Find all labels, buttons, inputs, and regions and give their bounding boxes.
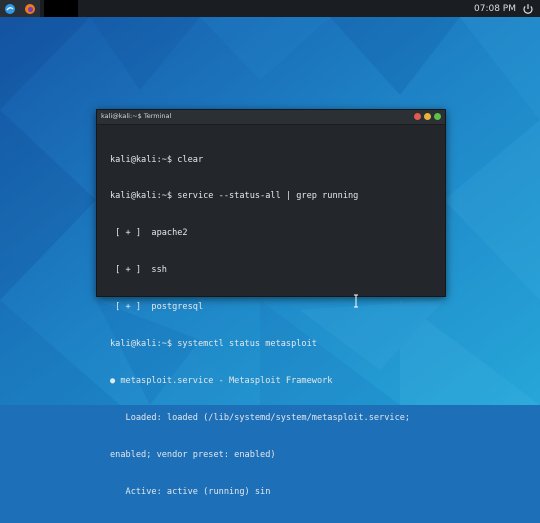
terminal-window[interactable]: kali@kali:~$ Terminal kali@kali:~$ clear…	[96, 109, 446, 497]
panel-tray: 07:08 PM	[474, 0, 534, 17]
terminal-line: [ + ] apache2	[110, 228, 188, 239]
terminal-line: kali@kali:~$ systemctl status metasploit	[110, 339, 317, 350]
terminal-title: kali@kali:~$ Terminal	[101, 112, 172, 120]
taskbar-active-window[interactable]	[44, 0, 78, 17]
panel-launchers	[0, 0, 78, 17]
terminal-line: kali@kali:~$ service --status-all | grep…	[110, 191, 359, 202]
clock[interactable]: 07:08 PM	[474, 4, 516, 14]
terminal-line: [ + ] ssh	[110, 265, 167, 276]
power-icon[interactable]	[522, 3, 534, 15]
terminal-titlebar[interactable]: kali@kali:~$ Terminal	[97, 110, 445, 125]
window-controls	[414, 113, 441, 120]
terminal-line: kali@kali:~$ clear	[110, 154, 204, 165]
terminal-line: ● metasploit.service - Metasploit Framew…	[110, 375, 333, 386]
maximize-icon[interactable]	[434, 113, 441, 120]
top-panel: 07:08 PM	[0, 0, 540, 17]
terminal-line: Active: active (running) sin	[110, 486, 271, 497]
terminal-line: enabled; vendor preset: enabled)	[110, 449, 276, 460]
firefox-icon[interactable]	[20, 0, 40, 17]
close-icon[interactable]	[414, 113, 421, 120]
terminal-line: [ + ] postgresql	[110, 302, 204, 313]
terminal-line: Loaded: loaded (/lib/systemd/system/meta…	[110, 412, 411, 423]
minimize-icon[interactable]	[424, 113, 431, 120]
text-cursor-icon	[354, 294, 358, 308]
terminal-output[interactable]: kali@kali:~$ clear kali@kali:~$ service …	[110, 129, 439, 497]
kali-menu-icon[interactable]	[0, 0, 20, 17]
